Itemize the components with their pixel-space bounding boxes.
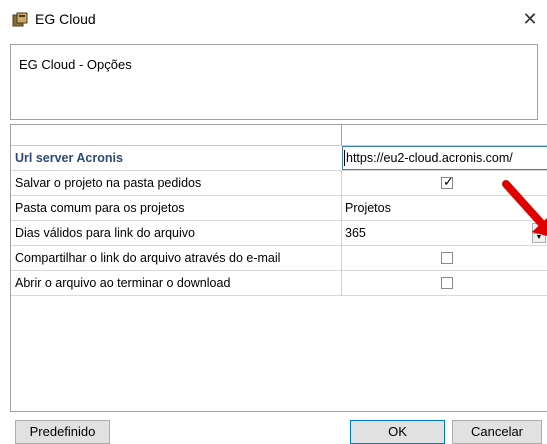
grid-header xyxy=(11,125,547,146)
title-bar: EG Cloud ✕ xyxy=(0,0,547,38)
column-divider[interactable] xyxy=(341,125,342,145)
predefinido-button[interactable]: Predefinido xyxy=(15,420,110,444)
grid-row-save-project[interactable]: Salvar o projeto na pasta pedidos ✓ xyxy=(11,171,547,196)
row-separator xyxy=(341,196,342,221)
grid-row-share-link-email[interactable]: Compartilhar o link do arquivo através d… xyxy=(11,246,547,271)
grid-row-common-folder[interactable]: Pasta comum para os projetos Projetos xyxy=(11,196,547,221)
window-title: EG Cloud xyxy=(35,11,96,27)
header-title: EG Cloud - Opções xyxy=(19,57,132,72)
text-caret xyxy=(344,150,345,166)
open-file-label: Abrir o arquivo ao terminar o download xyxy=(15,276,231,290)
valid-days-value[interactable]: 365 xyxy=(345,226,366,240)
grid-row-url-server[interactable]: Url server Acronis https://eu2-cloud.acr… xyxy=(11,146,547,171)
ok-button[interactable]: OK xyxy=(350,420,445,444)
save-project-label: Salvar o projeto na pasta pedidos xyxy=(15,176,202,190)
share-link-email-label: Compartilhar o link do arquivo através d… xyxy=(15,251,281,265)
header-panel: EG Cloud - Opções xyxy=(10,44,538,120)
close-icon[interactable]: ✕ xyxy=(520,9,540,29)
row-separator xyxy=(341,246,342,271)
row-separator xyxy=(341,171,342,196)
row-separator xyxy=(341,271,342,296)
share-link-email-checkbox[interactable] xyxy=(441,252,453,264)
common-folder-label: Pasta comum para os projetos xyxy=(15,201,185,215)
valid-days-label: Dias válidos para link do arquivo xyxy=(15,226,195,240)
url-server-label: Url server Acronis xyxy=(15,151,123,165)
grid-row-open-file-after-download[interactable]: Abrir o arquivo ao terminar o download xyxy=(11,271,547,296)
url-server-value: https://eu2-cloud.acronis.com/ xyxy=(346,151,513,165)
eg-cloud-app-icon xyxy=(12,12,28,27)
row-separator xyxy=(341,221,342,246)
url-server-input[interactable]: https://eu2-cloud.acronis.com/ xyxy=(342,146,547,170)
check-icon: ✓ xyxy=(443,174,454,189)
cancel-button[interactable]: Cancelar xyxy=(452,420,542,444)
open-file-checkbox[interactable] xyxy=(441,277,453,289)
save-project-checkbox[interactable]: ✓ xyxy=(441,174,454,189)
grid-row-valid-days[interactable]: Dias válidos para link do arquivo 365 ▲ … xyxy=(11,221,547,246)
common-folder-value[interactable]: Projetos xyxy=(345,201,391,215)
annotation-arrow-icon xyxy=(502,180,547,236)
property-grid: Url server Acronis https://eu2-cloud.acr… xyxy=(10,124,547,412)
